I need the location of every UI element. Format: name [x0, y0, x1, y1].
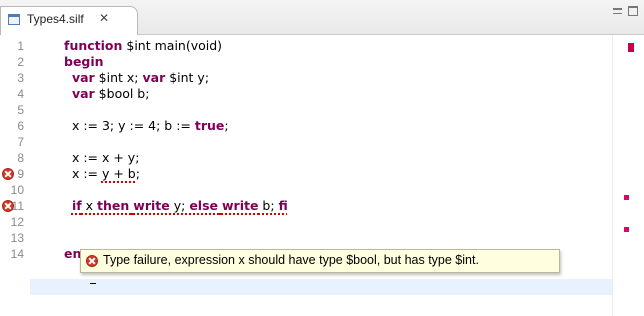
code-text: if x then write y; else write b; fi: [64, 198, 288, 214]
code-token: ;: [224, 118, 229, 133]
overview-ruler: [612, 35, 644, 316]
code-line: 9 x := y + b;: [0, 166, 612, 182]
line-number: 3: [17, 71, 24, 85]
keyword-token: function: [64, 38, 123, 53]
code-token: b;: [258, 198, 279, 213]
code-token: $int main(void): [122, 38, 223, 53]
code-token: x := x + y;: [64, 150, 140, 165]
code-line: 8 x := x + y;: [0, 150, 612, 166]
code-token: y + b: [101, 166, 136, 181]
line-number: 12: [10, 215, 24, 229]
code-line: 6 x := 3; y := 4; b := true;: [0, 118, 612, 134]
code-line: 2 begin: [0, 54, 612, 70]
code-token: x :=: [64, 166, 102, 181]
code-token: $bool b;: [94, 86, 150, 101]
code-text: x := 3; y := 4; b := true;: [64, 118, 229, 134]
code-token: x: [81, 198, 98, 213]
line-number: 6: [17, 119, 24, 133]
code-text: var $bool b;: [64, 86, 150, 102]
minimize-icon[interactable]: [613, 8, 622, 14]
keyword-token: else: [189, 198, 218, 213]
text-caret: [90, 282, 96, 284]
code-token: x := 3; y := 4; b :=: [64, 118, 195, 133]
keyword-token: if: [71, 198, 82, 213]
keyword-token: var: [71, 70, 95, 85]
keyword-token: write: [221, 198, 259, 213]
keyword-token: en: [64, 246, 82, 261]
keyword-token: true: [194, 118, 225, 133]
code-token: ;: [135, 166, 140, 181]
code-line: 5: [0, 102, 612, 118]
keyword-token: begin: [64, 54, 104, 69]
keyword-token: var: [142, 70, 166, 85]
tab-types4[interactable]: Types4.silf ✕: [0, 6, 138, 35]
error-marker-icon[interactable]: [2, 200, 14, 212]
code-text: begin: [64, 54, 104, 70]
code-text: var $int x; var $int y;: [64, 70, 209, 86]
error-marker-icon[interactable]: [2, 168, 14, 180]
error-overview-marker[interactable]: [628, 43, 634, 52]
keyword-token: fi: [278, 198, 288, 213]
tab-title: Types4.silf: [27, 12, 84, 26]
code-line: 12: [0, 214, 612, 230]
line-number: 7: [17, 135, 24, 149]
code-token: $int x;: [94, 70, 143, 85]
line-number: 2: [17, 55, 24, 69]
code-line: 3 var $int x; var $int y;: [0, 70, 612, 86]
error-tooltip: Type failure, expression x should have t…: [80, 249, 560, 273]
error-icon: [86, 255, 98, 267]
code-line: 10: [0, 182, 612, 198]
file-icon: [8, 14, 20, 25]
line-number: 14: [10, 247, 24, 261]
editor-tab-bar: Types4.silf ✕: [0, 0, 644, 35]
keyword-token: then: [97, 198, 130, 213]
code-line: 11 if x then write y; else write b; fi: [0, 198, 612, 214]
line-number: 10: [10, 183, 24, 197]
code-text: x := x + y;: [64, 150, 139, 166]
line-number: 13: [10, 231, 24, 245]
line-number: 8: [17, 151, 24, 165]
code-line: 7: [0, 134, 612, 150]
code-token: y;: [169, 198, 190, 213]
error-message: Type failure, expression x should have t…: [103, 253, 479, 267]
keyword-token: var: [71, 86, 95, 101]
line-number: 1: [17, 39, 24, 53]
code-text: function $int main(void): [64, 38, 222, 54]
error-overview-marker[interactable]: [624, 227, 629, 232]
maximize-icon[interactable]: [628, 6, 638, 16]
close-icon[interactable]: ✕: [99, 11, 109, 25]
code-token: $int y;: [165, 70, 210, 85]
code-line: 13: [0, 230, 612, 246]
code-line: 1 function $int main(void): [0, 38, 612, 54]
line-number: 4: [17, 87, 24, 101]
code-line: 4 var $bool b;: [0, 86, 612, 102]
error-overview-marker[interactable]: [624, 195, 629, 200]
line-number: 5: [17, 103, 24, 117]
keyword-token: write: [133, 198, 170, 213]
code-text: en: [64, 246, 81, 262]
code-text: x := y + b;: [64, 166, 140, 182]
